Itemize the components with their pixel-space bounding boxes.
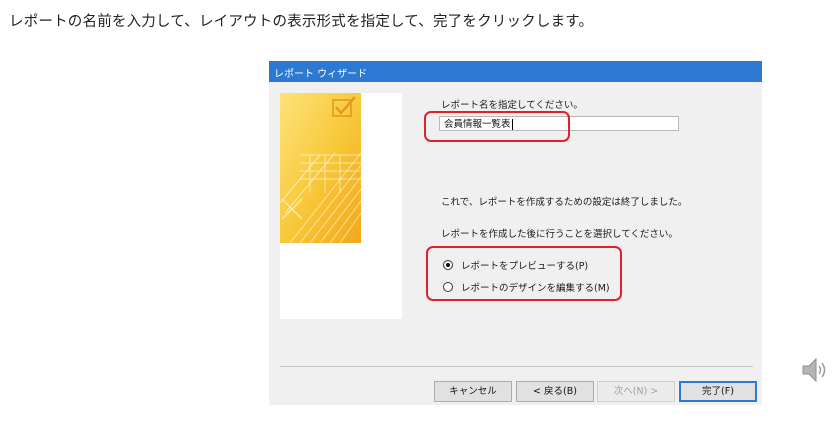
report-wizard-graphic-icon xyxy=(280,93,361,243)
next-button[interactable]: 次へ(N) > xyxy=(597,381,675,402)
button-separator xyxy=(280,366,753,367)
wizard-image-panel xyxy=(280,93,402,319)
report-wizard-dialog: レポート ウィザード レポート名を指定してください。 会員情報一覧表 これで、レ… xyxy=(269,61,762,405)
dialog-titlebar: レポート ウィザード xyxy=(269,61,762,82)
back-button[interactable]: < 戻る(B) xyxy=(516,381,594,402)
options-highlight xyxy=(426,246,622,301)
dialog-title: レポート ウィザード xyxy=(274,69,368,80)
choose-action-text: レポートを作成した後に行うことを選択してください。 xyxy=(441,229,678,240)
speaker-icon[interactable] xyxy=(800,355,830,385)
info-text: これで、レポートを作成するための設定は終了しました。 xyxy=(441,197,688,208)
instruction-text: レポートの名前を入力して、レイアウトの表示形式を指定して、完了をクリックします。 xyxy=(9,14,594,30)
finish-button[interactable]: 完了(F) xyxy=(679,381,757,402)
cancel-button[interactable]: キャンセル xyxy=(434,381,512,402)
report-name-prompt: レポート名を指定してください。 xyxy=(441,100,583,111)
report-name-highlight xyxy=(424,111,570,142)
